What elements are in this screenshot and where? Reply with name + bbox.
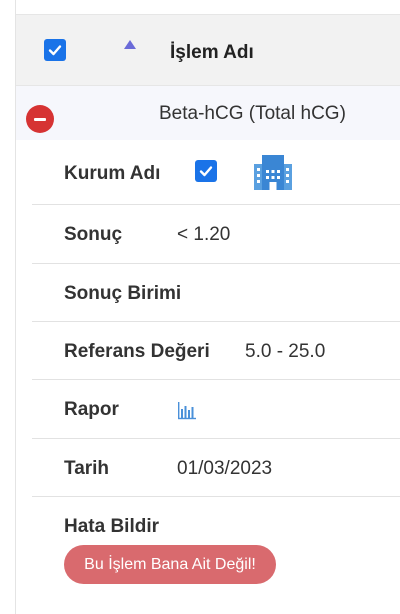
item-name: Beta-hCG (Total hCG) — [159, 103, 346, 124]
date-value: 01/03/2023 — [177, 458, 273, 479]
institution-checkbox[interactable] — [195, 160, 217, 182]
minus-icon — [34, 117, 46, 121]
sort-ascending-icon[interactable] — [124, 40, 136, 49]
date-label: Tarih — [64, 458, 110, 479]
check-icon — [48, 45, 62, 56]
result-value: < 1.20 — [177, 224, 231, 245]
bar-chart-icon[interactable] — [177, 400, 197, 420]
not-mine-button[interactable]: Bu İşlem Bana Ait Değil! — [64, 545, 276, 584]
reference-value: 5.0 - 25.0 — [245, 341, 326, 362]
hospital-icon — [254, 155, 292, 190]
column-title-operation-name[interactable]: İşlem Adı — [170, 42, 254, 64]
report-label: Rapor — [64, 399, 119, 420]
reference-label: Referans Değeri — [64, 341, 210, 362]
institution-label: Kurum Adı — [64, 163, 161, 184]
collapse-button[interactable] — [26, 105, 54, 133]
error-report-label: Hata Bildir — [64, 516, 160, 537]
table-header: İşlem Adı — [16, 14, 400, 86]
list-item: Beta-hCG (Total hCG) — [16, 86, 400, 140]
select-all-checkbox[interactable] — [44, 39, 66, 61]
unit-label: Sonuç Birimi — [64, 283, 182, 304]
result-label: Sonuç — [64, 224, 123, 245]
check-icon — [199, 166, 213, 177]
